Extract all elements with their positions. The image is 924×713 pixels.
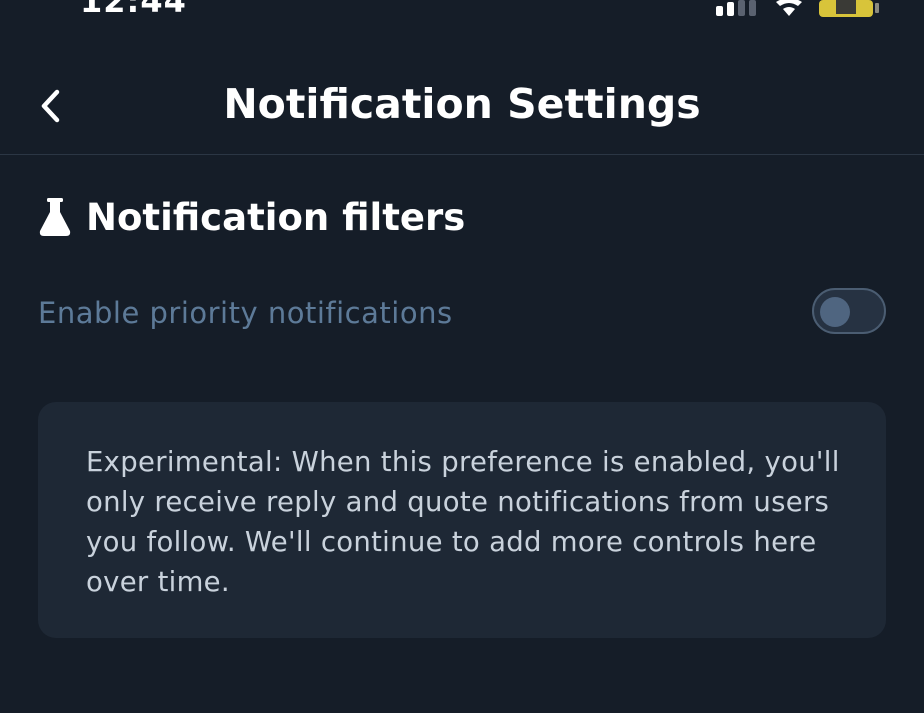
battery-icon bbox=[819, 0, 879, 17]
priority-notifications-toggle[interactable] bbox=[812, 288, 886, 334]
info-card: Experimental: When this preference is en… bbox=[38, 402, 886, 638]
priority-notifications-row[interactable]: Enable priority notifications bbox=[38, 288, 886, 336]
wifi-icon bbox=[776, 0, 802, 16]
info-text: Experimental: When this preference is en… bbox=[86, 446, 840, 598]
header: Notification Settings bbox=[0, 60, 924, 154]
priority-notifications-label: Enable priority notifications bbox=[38, 296, 453, 330]
flask-icon bbox=[38, 197, 74, 237]
status-time: 12:44 bbox=[80, 0, 187, 20]
toggle-knob bbox=[820, 297, 850, 327]
section-title: Notification filters bbox=[86, 195, 466, 239]
status-bar: 12:44 bbox=[0, 0, 924, 30]
page-title: Notification Settings bbox=[223, 80, 701, 128]
section-heading: Notification filters bbox=[38, 194, 465, 240]
header-divider bbox=[0, 154, 924, 155]
signal-icon bbox=[716, 0, 756, 16]
